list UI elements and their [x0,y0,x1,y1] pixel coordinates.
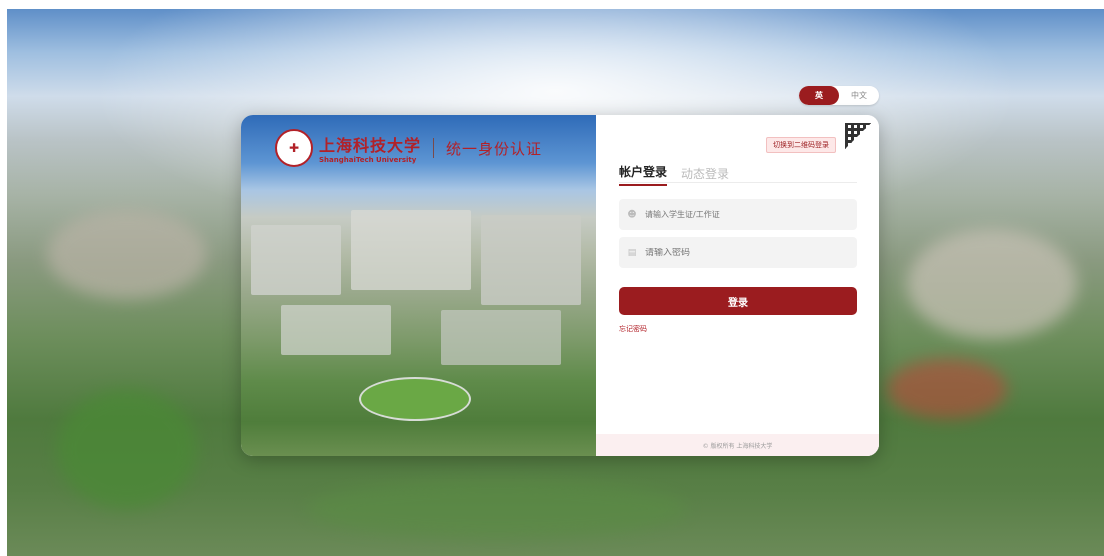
username-field[interactable]: ☻ [619,199,857,230]
username-input[interactable] [645,210,835,219]
lock-icon: ▤ [627,247,637,258]
tabs-divider [619,182,857,183]
user-icon: ☻ [627,209,637,220]
login-panel: 切换到二维码登录 帐户登录 动态登录 ☻ ▤ 登录 忘记密码 © 版权所有 上海… [596,115,879,456]
forgot-password-link[interactable]: 忘记密码 [619,324,647,334]
password-input[interactable] [645,247,835,258]
lang-option-zh[interactable]: 中文 [839,86,879,105]
qr-code-icon[interactable] [845,123,871,149]
login-button[interactable]: 登录 [619,287,857,315]
password-field[interactable]: ▤ [619,237,857,268]
login-card: ✚ 上海科技大学 ShanghaiTech University 统一身份认证 … [241,115,879,456]
copyright-footer: © 版权所有 上海科技大学 [596,434,879,456]
stadium-field [359,377,471,421]
qr-login-tip[interactable]: 切换到二维码登录 [766,137,836,153]
lang-option-en[interactable]: 英 [799,86,839,105]
campus-photo: ✚ 上海科技大学 ShanghaiTech University 统一身份认证 [241,115,596,456]
language-toggle[interactable]: 英 中文 [799,86,879,105]
portal-subtitle: 统一身份认证 [446,139,543,158]
seal-icon: ✚ [275,129,313,167]
logo-divider [433,138,435,158]
university-logo: ✚ 上海科技大学 ShanghaiTech University 统一身份认证 [275,129,542,167]
university-name-cn: 上海科技大学 [319,136,422,155]
university-name-en: ShanghaiTech University [319,156,417,164]
